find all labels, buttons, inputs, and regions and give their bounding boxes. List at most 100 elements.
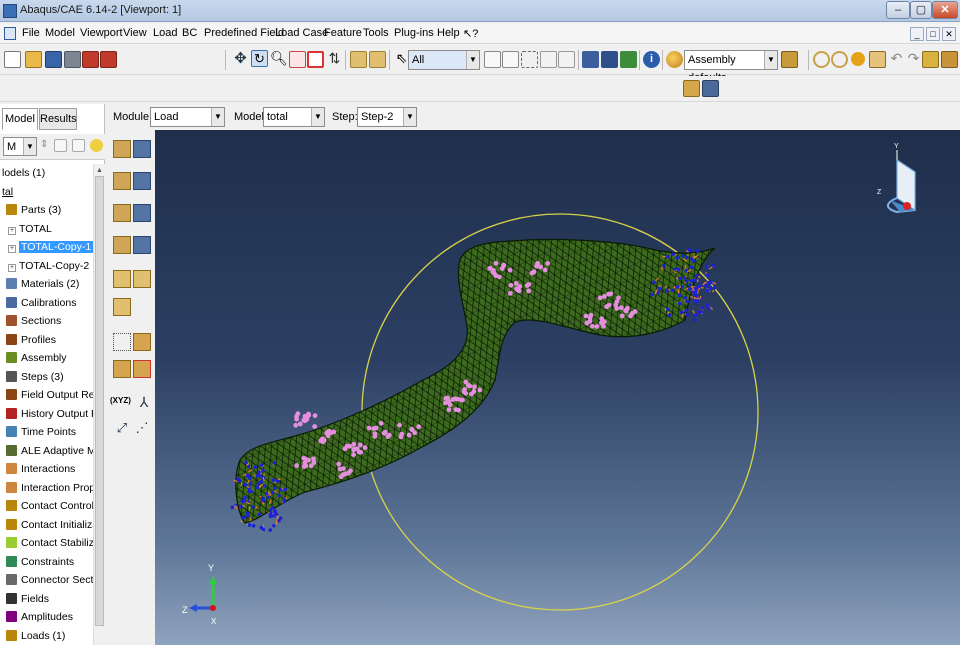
print-icon[interactable]	[64, 51, 81, 68]
new-file-icon[interactable]	[4, 51, 21, 68]
delete-feature-icon[interactable]	[133, 360, 151, 378]
datum-axis-icon[interactable]: ⤢	[113, 420, 131, 438]
selection-filter-dropdown[interactable]: All ▼	[408, 50, 480, 70]
color-code-icon[interactable]	[666, 51, 683, 68]
auto-fit-icon[interactable]	[307, 51, 324, 68]
replace-all-icon[interactable]	[350, 51, 367, 68]
menu-view[interactable]: View	[123, 27, 147, 39]
menu-tools[interactable]: Tools	[363, 27, 389, 39]
tree-item-tal[interactable]: tal	[2, 183, 13, 201]
model-database-icon[interactable]	[82, 51, 99, 68]
drag-shape-icon[interactable]	[521, 51, 538, 68]
tab-results[interactable]: Results	[39, 108, 77, 130]
tree-item-total-copy-2[interactable]: + TOTAL-Copy-2	[8, 257, 89, 275]
datum-point-icon[interactable]: ⋰	[133, 420, 151, 438]
load-case-manager-icon[interactable]	[133, 236, 151, 254]
magnify-icon[interactable]: 🔍︎	[270, 51, 288, 68]
solid-sphere-icon[interactable]	[851, 52, 865, 66]
sort-arrows-icon[interactable]: ⇕	[40, 139, 50, 156]
save-icon[interactable]	[45, 51, 62, 68]
tree-item-calibrations[interactable]: Calibrations	[6, 294, 76, 312]
create-load-icon[interactable]	[113, 140, 131, 158]
tree-item-constraints[interactable]: Constraints	[6, 553, 74, 571]
shaded-icon[interactable]	[620, 51, 637, 68]
datum-icon[interactable]	[113, 360, 131, 378]
view-cube-icon[interactable]: Y Z	[877, 143, 916, 214]
document-icon[interactable]	[4, 27, 16, 40]
model-scene[interactable]: Y Z X Y Z	[155, 130, 960, 645]
part-icon[interactable]	[922, 51, 939, 68]
tree-item-lodels-1[interactable]: lodels (1)	[2, 164, 45, 182]
tree-item-profiles[interactable]: Profiles	[6, 331, 56, 349]
tree-item-ale-adaptive-mesh[interactable]: ALE Adaptive Mesh	[6, 442, 93, 460]
tree-item-contact-stabilizatio[interactable]: Contact Stabilizatio	[6, 534, 93, 552]
tree-item-history-output-rec[interactable]: History Output Rec	[6, 405, 93, 423]
scroll-up-icon[interactable]: ▲	[96, 167, 103, 174]
expand-tree-icon[interactable]	[54, 139, 67, 152]
menu-viewport[interactable]: Viewport	[80, 27, 123, 39]
select-entity-icon[interactable]	[502, 51, 519, 68]
create-predefined-field-icon[interactable]	[113, 204, 131, 222]
load-manager-icon[interactable]	[133, 140, 151, 158]
tree-item-interactions[interactable]: Interactions	[6, 460, 75, 478]
tree-item-time-points[interactable]: Time Points	[6, 423, 76, 441]
tree-item-total-copy-1[interactable]: + TOTAL-Copy-1	[8, 238, 93, 256]
load-icon[interactable]	[683, 80, 700, 97]
pan-icon[interactable]: ✥	[232, 51, 249, 68]
whats-this-help-icon[interactable]: ↖?	[463, 27, 478, 40]
expand-icon[interactable]: +	[8, 226, 16, 235]
mdi-restore-button[interactable]: □	[926, 27, 940, 41]
menu-load[interactable]: Load	[153, 27, 177, 39]
tree-item-parts-3[interactable]: Parts (3)	[6, 201, 61, 219]
render-style-dropdown[interactable]: Assembly defaults ▼	[684, 50, 778, 84]
scrollbar-thumb[interactable]	[95, 176, 104, 626]
tree-item-materials-2[interactable]: Materials (2)	[6, 275, 79, 293]
predefined-field-manager-icon[interactable]	[133, 204, 151, 222]
query-pick-icon[interactable]	[113, 333, 131, 351]
selection-options-icon[interactable]	[484, 51, 501, 68]
ring-icon[interactable]	[813, 51, 830, 68]
create-surface-icon[interactable]	[113, 298, 131, 316]
module-dropdown[interactable]: Load ▼	[150, 107, 225, 127]
tree-item-contact-controls[interactable]: Contact Controls	[6, 497, 93, 515]
menu-help[interactable]: Help	[437, 27, 460, 39]
menu-model[interactable]: Model	[45, 27, 75, 39]
view-cut-icon[interactable]	[781, 51, 798, 68]
mdi-minimize-button[interactable]: _	[910, 27, 924, 41]
replace-selected-icon[interactable]	[369, 51, 386, 68]
box-zoom-icon[interactable]	[289, 51, 306, 68]
tree-item-amplitudes[interactable]: Amplitudes	[6, 608, 73, 626]
cycle-views-icon[interactable]: ⇅	[326, 51, 343, 68]
maximize-button[interactable]: ▢	[910, 1, 932, 19]
menu-feature[interactable]: Feature	[324, 27, 362, 39]
tree-item-connector-section[interactable]: Connector Section:	[6, 571, 93, 589]
create-csys-icon[interactable]: (XYZ)	[110, 396, 134, 414]
tree-filter-dropdown[interactable]: M ▼	[3, 137, 37, 156]
expand-icon[interactable]: +	[8, 245, 16, 253]
redo-icon[interactable]: ↷	[905, 51, 922, 68]
partition-icon[interactable]	[133, 333, 151, 351]
tree-item-loads-1[interactable]: Loads (1)	[6, 627, 65, 645]
select-inside-icon[interactable]	[540, 51, 557, 68]
manager-icon[interactable]	[941, 51, 958, 68]
tree-item-total[interactable]: + TOTAL	[8, 220, 52, 238]
hidden-line-icon[interactable]	[601, 51, 618, 68]
create-set-icon[interactable]	[113, 270, 131, 288]
mdi-close-button[interactable]: ✕	[942, 27, 956, 41]
tree-item-contact-initializatio[interactable]: Contact Initializatio	[6, 516, 93, 534]
close-button[interactable]: ✕	[932, 1, 958, 19]
menu-predefined-field[interactable]: Predefined Field	[204, 27, 284, 39]
select-from-viewport-icon[interactable]	[558, 51, 575, 68]
datum-csys-icon[interactable]: ⅄	[135, 394, 153, 412]
set-manager-icon[interactable]	[133, 270, 151, 288]
tree-item-steps-3[interactable]: Steps (3)	[6, 368, 64, 386]
tool-arrow-icon[interactable]	[869, 51, 886, 68]
viewport-canvas[interactable]: Y Z X Y Z	[155, 130, 960, 645]
expand-icon[interactable]: +	[8, 263, 16, 272]
create-load-case-icon[interactable]	[113, 236, 131, 254]
step-dropdown[interactable]: Step-2 ▼	[357, 107, 417, 127]
undo-icon[interactable]: ↶	[888, 51, 905, 68]
create-bc-icon[interactable]	[113, 172, 131, 190]
tab-model[interactable]: Model	[2, 108, 38, 130]
query-info-icon[interactable]: i	[643, 51, 660, 68]
